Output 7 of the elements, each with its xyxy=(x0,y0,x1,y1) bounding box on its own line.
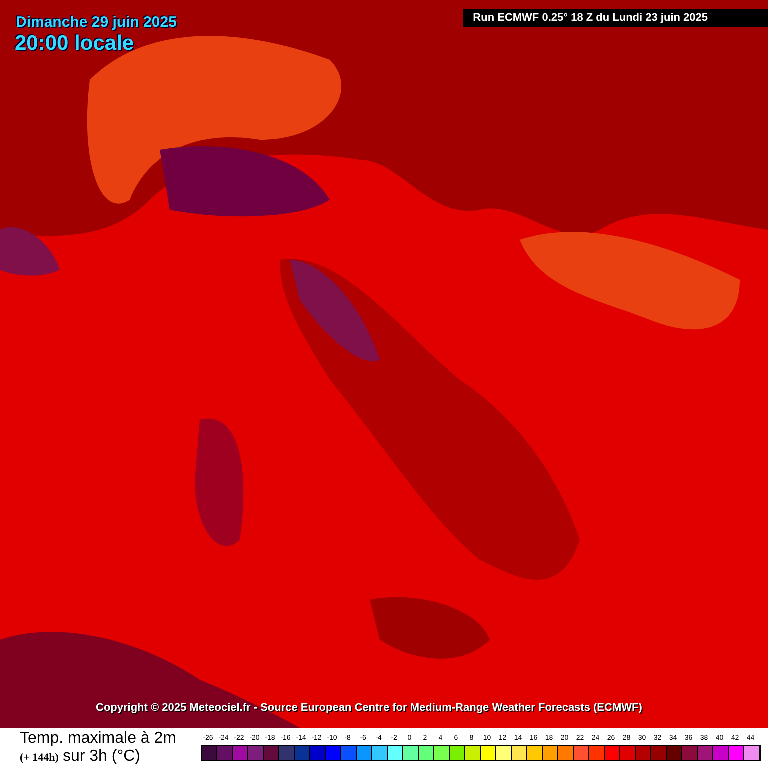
forecast-date: Dimanche 29 juin 2025 xyxy=(16,14,177,31)
forecast-time: 20:00 locale xyxy=(15,32,134,56)
legend-subtitle: sur 3h (°C) xyxy=(62,748,140,766)
legend-title: Temp. maximale à 2m xyxy=(20,730,176,748)
model-run-label: Run ECMWF 0.25° 18 Z du Lundi 23 juin 2025 xyxy=(463,9,768,27)
forecast-lead: (+ 144h) xyxy=(20,752,59,764)
copyright-text: Copyright © 2025 Meteociel.fr - Source European Centre for Medium-Range Weather Forecasts (ECMWF) xyxy=(96,702,642,714)
